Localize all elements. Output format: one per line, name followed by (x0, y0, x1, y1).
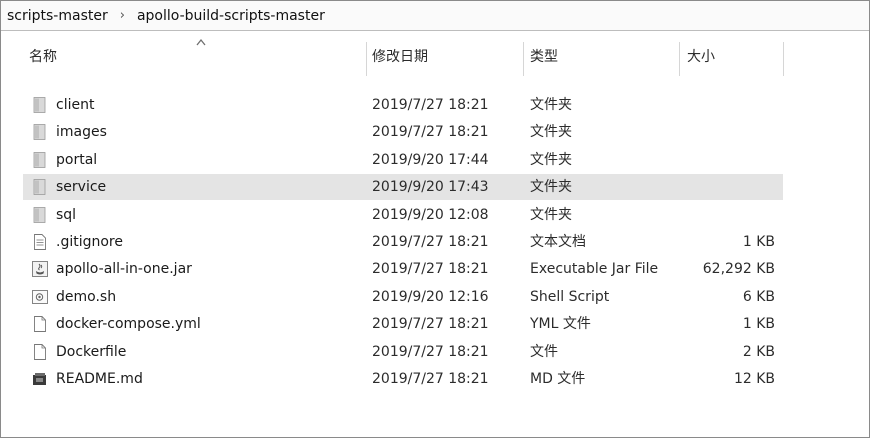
column-divider[interactable] (366, 42, 367, 76)
file-modified-date: 2019/7/27 18:21 (372, 316, 489, 333)
file-row-apollo-all-in-one-jar[interactable]: apollo-all-in-one.jar 2019/7/27 18:21 Exec… (23, 256, 783, 282)
address-bar[interactable]: scripts-master › apollo-build-scripts-ma… (1, 1, 869, 31)
blank-file-icon (31, 343, 49, 361)
file-size: 6 KB (742, 288, 775, 305)
text-document-icon (31, 233, 49, 251)
file-type: 文本文档 (530, 234, 586, 250)
file-size: 62,292 KB (702, 261, 775, 278)
breadcrumb-chevron-icon[interactable]: › (120, 8, 125, 23)
file-row-gitignore[interactable]: .gitignore 2019/7/27 18:21 文本文档 1 KB (23, 229, 783, 255)
markdown-file-icon (31, 370, 49, 388)
file-row-docker-compose-yml[interactable]: docker-compose.yml 2019/7/27 18:21 YML 文件 1… (23, 311, 783, 337)
blank-file-icon (31, 315, 49, 333)
file-name: portal (56, 151, 98, 168)
file-row-client[interactable]: client 2019/7/27 18:21 文件夹 (23, 92, 783, 118)
file-name: .gitignore (56, 234, 123, 250)
column-header-row: 名称 修改日期 类型 大小 (1, 32, 869, 80)
file-row-service[interactable]: service 2019/9/20 17:43 文件夹 (23, 174, 783, 201)
folder-icon (31, 178, 49, 196)
file-size: 2 KB (742, 343, 775, 360)
column-divider[interactable] (783, 42, 784, 76)
column-header-name[interactable]: 名称 (29, 46, 57, 68)
folder-icon (31, 206, 49, 224)
file-name: demo.sh (56, 288, 117, 305)
file-row-demo-sh[interactable]: demo.sh 2019/9/20 12:16 Shell Script 6 KB (23, 284, 783, 310)
column-divider[interactable] (679, 42, 680, 76)
file-modified-date: 2019/7/27 18:21 (372, 261, 489, 278)
file-modified-date: 2019/9/20 17:43 (372, 179, 489, 196)
file-size: 1 KB (742, 316, 775, 333)
file-modified-date: 2019/9/20 17:44 (372, 151, 489, 168)
file-modified-date: 2019/9/20 12:16 (372, 288, 489, 305)
file-modified-date: 2019/7/27 18:21 (372, 343, 489, 360)
file-name: docker-compose.yml (56, 316, 201, 333)
folder-icon (31, 123, 49, 141)
folder-icon (31, 96, 49, 114)
file-name: Dockerfile (56, 343, 127, 360)
file-row-portal[interactable]: portal 2019/9/20 17:44 文件夹 (23, 147, 783, 173)
file-name: sql (56, 206, 77, 223)
file-modified-date: 2019/7/27 18:21 (372, 371, 489, 387)
column-divider[interactable] (523, 42, 524, 76)
file-type: MD 文件 (530, 371, 586, 387)
file-name: README.md (56, 371, 143, 387)
file-name: apollo-all-in-one.jar (56, 261, 192, 278)
file-row-readme-md[interactable]: README.md 2019/7/27 18:21 MD 文件 12 KB (23, 366, 783, 392)
breadcrumb-apollo-build-scripts-master[interactable]: apollo-build-scripts-master (135, 6, 327, 26)
folder-icon (31, 151, 49, 169)
breadcrumb-scripts-master[interactable]: scripts-master (5, 6, 110, 26)
file-type: 文件夹 (530, 151, 572, 168)
file-name: service (56, 179, 107, 196)
file-row-images[interactable]: images 2019/7/27 18:21 文件夹 (23, 119, 783, 145)
file-type: 文件夹 (530, 206, 572, 223)
file-explorer-window: scripts-master › apollo-build-scripts-ma… (0, 0, 870, 438)
file-type: 文件夹 (530, 179, 572, 196)
column-header-size[interactable]: 大小 (687, 46, 715, 68)
column-header-modified[interactable]: 修改日期 (372, 46, 428, 68)
file-modified-date: 2019/7/27 18:21 (372, 124, 489, 141)
file-type: 文件夹 (530, 97, 572, 113)
column-header-type[interactable]: 类型 (530, 46, 558, 68)
file-name: images (56, 124, 107, 141)
file-type: 文件 (530, 343, 558, 360)
file-row-dockerfile[interactable]: Dockerfile 2019/7/27 18:21 文件 2 KB (23, 339, 783, 365)
file-row-sql[interactable]: sql 2019/9/20 12:08 文件夹 (23, 202, 783, 228)
file-modified-date: 2019/9/20 12:08 (372, 206, 489, 223)
file-modified-date: 2019/7/27 18:21 (372, 97, 489, 113)
file-modified-date: 2019/7/27 18:21 (372, 234, 489, 250)
file-size: 12 KB (733, 371, 775, 387)
file-type: 文件夹 (530, 124, 572, 141)
file-type: Executable Jar File (530, 261, 659, 278)
file-name: client (56, 97, 95, 113)
shell-script-icon (31, 288, 49, 306)
file-size: 1 KB (742, 234, 775, 250)
java-jar-icon (31, 260, 49, 278)
file-type: Shell Script (530, 288, 610, 305)
sort-ascending-icon (196, 38, 206, 46)
file-type: YML 文件 (530, 316, 591, 333)
